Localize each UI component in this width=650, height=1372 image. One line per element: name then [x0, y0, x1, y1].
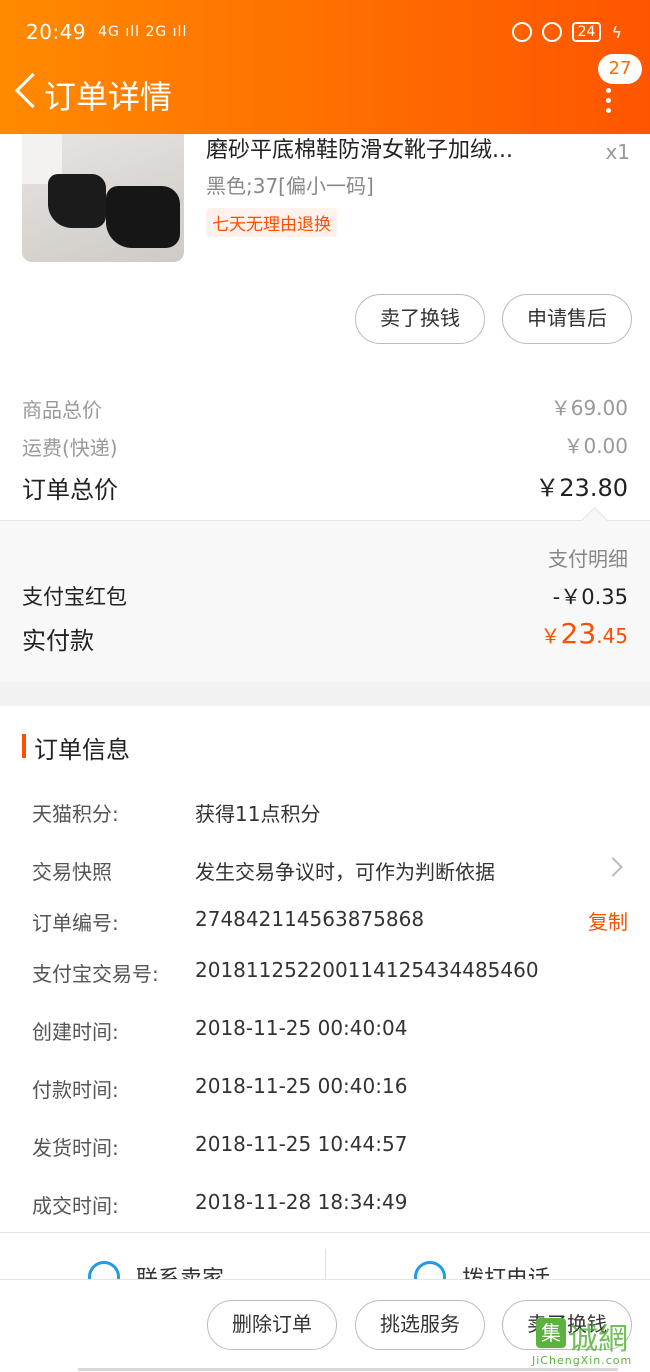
return-policy-tag: 七天无理由退换	[206, 208, 337, 237]
more-menu-icon[interactable]	[606, 88, 612, 113]
watermark-url: JiChengXin.com	[532, 1354, 633, 1367]
charging-icon: ϟ	[611, 22, 622, 42]
info-label: 天猫积分:	[32, 802, 119, 826]
product-title[interactable]: 磨砂平底棉鞋防滑女靴子加绒...	[206, 132, 513, 164]
sell-resale-button[interactable]: 卖了换钱	[355, 294, 485, 344]
app-header: 20:49 4G ıll 2G ıll 24 ϟ 订单详情 27	[0, 0, 650, 134]
alipay-hongbao-label: 支付宝红包	[22, 585, 127, 609]
product-quantity: x1	[605, 140, 630, 164]
section-accent-bar	[22, 734, 26, 758]
paid-time-value: 2018-11-25 00:40:16	[195, 1074, 408, 1098]
page-title: 订单详情	[44, 78, 173, 116]
product-thumbnail[interactable]	[22, 134, 184, 262]
copy-order-number-button[interactable]: 复制	[588, 906, 628, 935]
section-divider	[0, 682, 650, 706]
payment-detail-link[interactable]: 支付明细	[548, 543, 628, 572]
contact-bar: 联系卖家 拨打电话	[0, 1232, 650, 1280]
order-number-label: 订单编号:	[32, 911, 119, 935]
clock: 20:49	[26, 20, 87, 44]
signal-indicator: 4G ıll 2G ıll	[98, 24, 188, 40]
status-bar: 20:49 4G ıll 2G ıll	[26, 20, 187, 44]
order-total-value: ￥23.80	[535, 474, 628, 502]
watermark-logo: 集	[536, 1318, 566, 1348]
goods-total-label: 商品总价	[22, 398, 102, 422]
alipay-trade-label: 支付宝交易号:	[32, 962, 159, 986]
alipay-trade-value: 2018112522001141254344854​60	[195, 958, 539, 982]
created-time-label: 创建时间:	[32, 1020, 119, 1044]
order-info-title: 订单信息	[34, 736, 130, 764]
closed-time-value: 2018-11-28 18:34:49	[195, 1190, 408, 1214]
info-value: 获得11点积分	[195, 802, 321, 826]
message-count-badge[interactable]: 27	[598, 54, 642, 84]
actual-paid-label: 实付款	[22, 627, 94, 655]
payment-detail-panel: 支付明细 支付宝红包 -￥0.35 实付款 ￥23.45	[0, 520, 650, 682]
call-phone-button[interactable]: 拨打电话	[414, 1261, 550, 1280]
battery-icon: 24	[571, 22, 602, 42]
nav-gesture-bar	[78, 1368, 618, 1372]
apply-aftersale-button[interactable]: 申请售后	[502, 294, 632, 344]
actual-paid-value: ￥23.45	[540, 617, 628, 650]
snapshot-value[interactable]: 发生交易争议时，可作为判断依据	[195, 856, 495, 885]
alipay-hongbao-value: -￥0.35	[552, 585, 628, 609]
back-arrow-icon[interactable]	[12, 72, 42, 112]
contact-seller-button[interactable]: 联系卖家	[88, 1261, 224, 1280]
select-service-button[interactable]: 挑选服务	[355, 1300, 485, 1350]
watermark-text: 诚網	[568, 1322, 628, 1357]
shipping-label: 运费(快递)	[22, 436, 118, 460]
shipped-time-value: 2018-11-25 10:44:57	[195, 1132, 408, 1156]
delete-order-button[interactable]: 删除订单	[207, 1300, 337, 1350]
goods-total-value: ￥69.00	[550, 396, 628, 420]
chevron-right-icon[interactable]	[603, 857, 623, 877]
lock-icon	[511, 22, 532, 42]
closed-time-label: 成交时间:	[32, 1194, 119, 1218]
status-icons: 24 ϟ	[511, 22, 622, 42]
alarm-icon	[541, 22, 562, 42]
order-total-label: 订单总价	[22, 476, 118, 504]
shipped-time-label: 发货时间:	[32, 1136, 119, 1160]
product-sku: 黑色;37[偏小一码]	[206, 174, 374, 198]
snapshot-label[interactable]: 交易快照	[32, 856, 112, 885]
order-number-value: 274842114563875868	[195, 907, 425, 931]
chat-icon	[88, 1261, 120, 1280]
shipping-value: ￥0.00	[563, 434, 628, 458]
created-time-value: 2018-11-25 00:40:04	[195, 1016, 408, 1040]
paid-time-label: 付款时间:	[32, 1078, 119, 1102]
phone-icon	[414, 1261, 446, 1280]
